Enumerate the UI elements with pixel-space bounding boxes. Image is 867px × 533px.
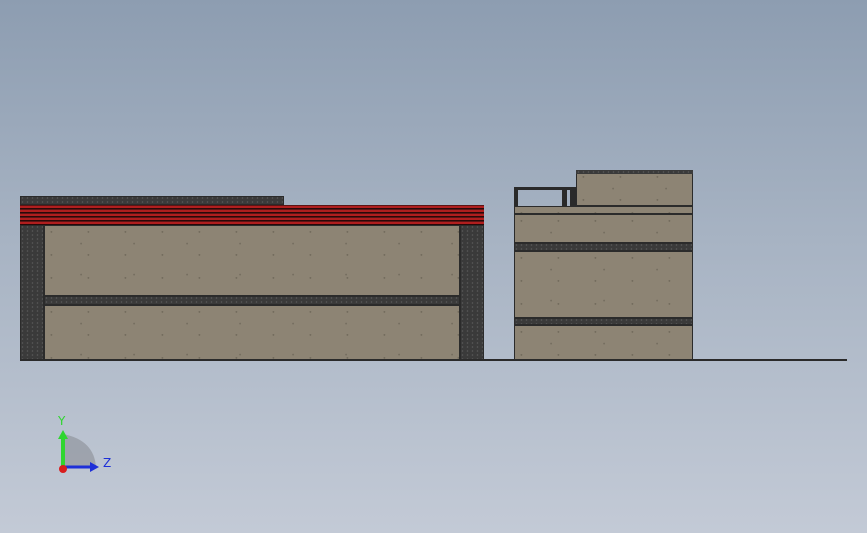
left-building[interactable] (20, 196, 484, 360)
railing-post-mid (562, 187, 567, 206)
orientation-triad: Y Z (50, 412, 120, 482)
y-axis-label: Y (58, 414, 66, 428)
floor-band-upper (514, 243, 693, 251)
x-axis-dot (59, 465, 67, 473)
z-axis-label: Z (103, 456, 112, 470)
railing-post-left (514, 187, 518, 206)
railing-post-right (570, 187, 576, 206)
railing (514, 187, 576, 206)
top-box-cap (576, 170, 693, 174)
floor-band-lower (514, 318, 693, 325)
roof-tiles (20, 205, 484, 225)
right-column (460, 225, 484, 360)
right-building[interactable] (514, 170, 693, 360)
upper-wall (44, 225, 460, 296)
lower-wall (44, 305, 460, 360)
model-viewport[interactable]: Y Z (0, 0, 867, 533)
y-axis-arrow (58, 430, 68, 439)
roof-slab-upper (514, 206, 693, 214)
left-column (20, 225, 44, 360)
middle-wall (514, 251, 693, 318)
base-wall (514, 325, 693, 360)
roof-slab (20, 196, 284, 205)
floor-band (44, 296, 460, 305)
top-box (576, 170, 693, 206)
roof-slab-lower (514, 214, 693, 243)
